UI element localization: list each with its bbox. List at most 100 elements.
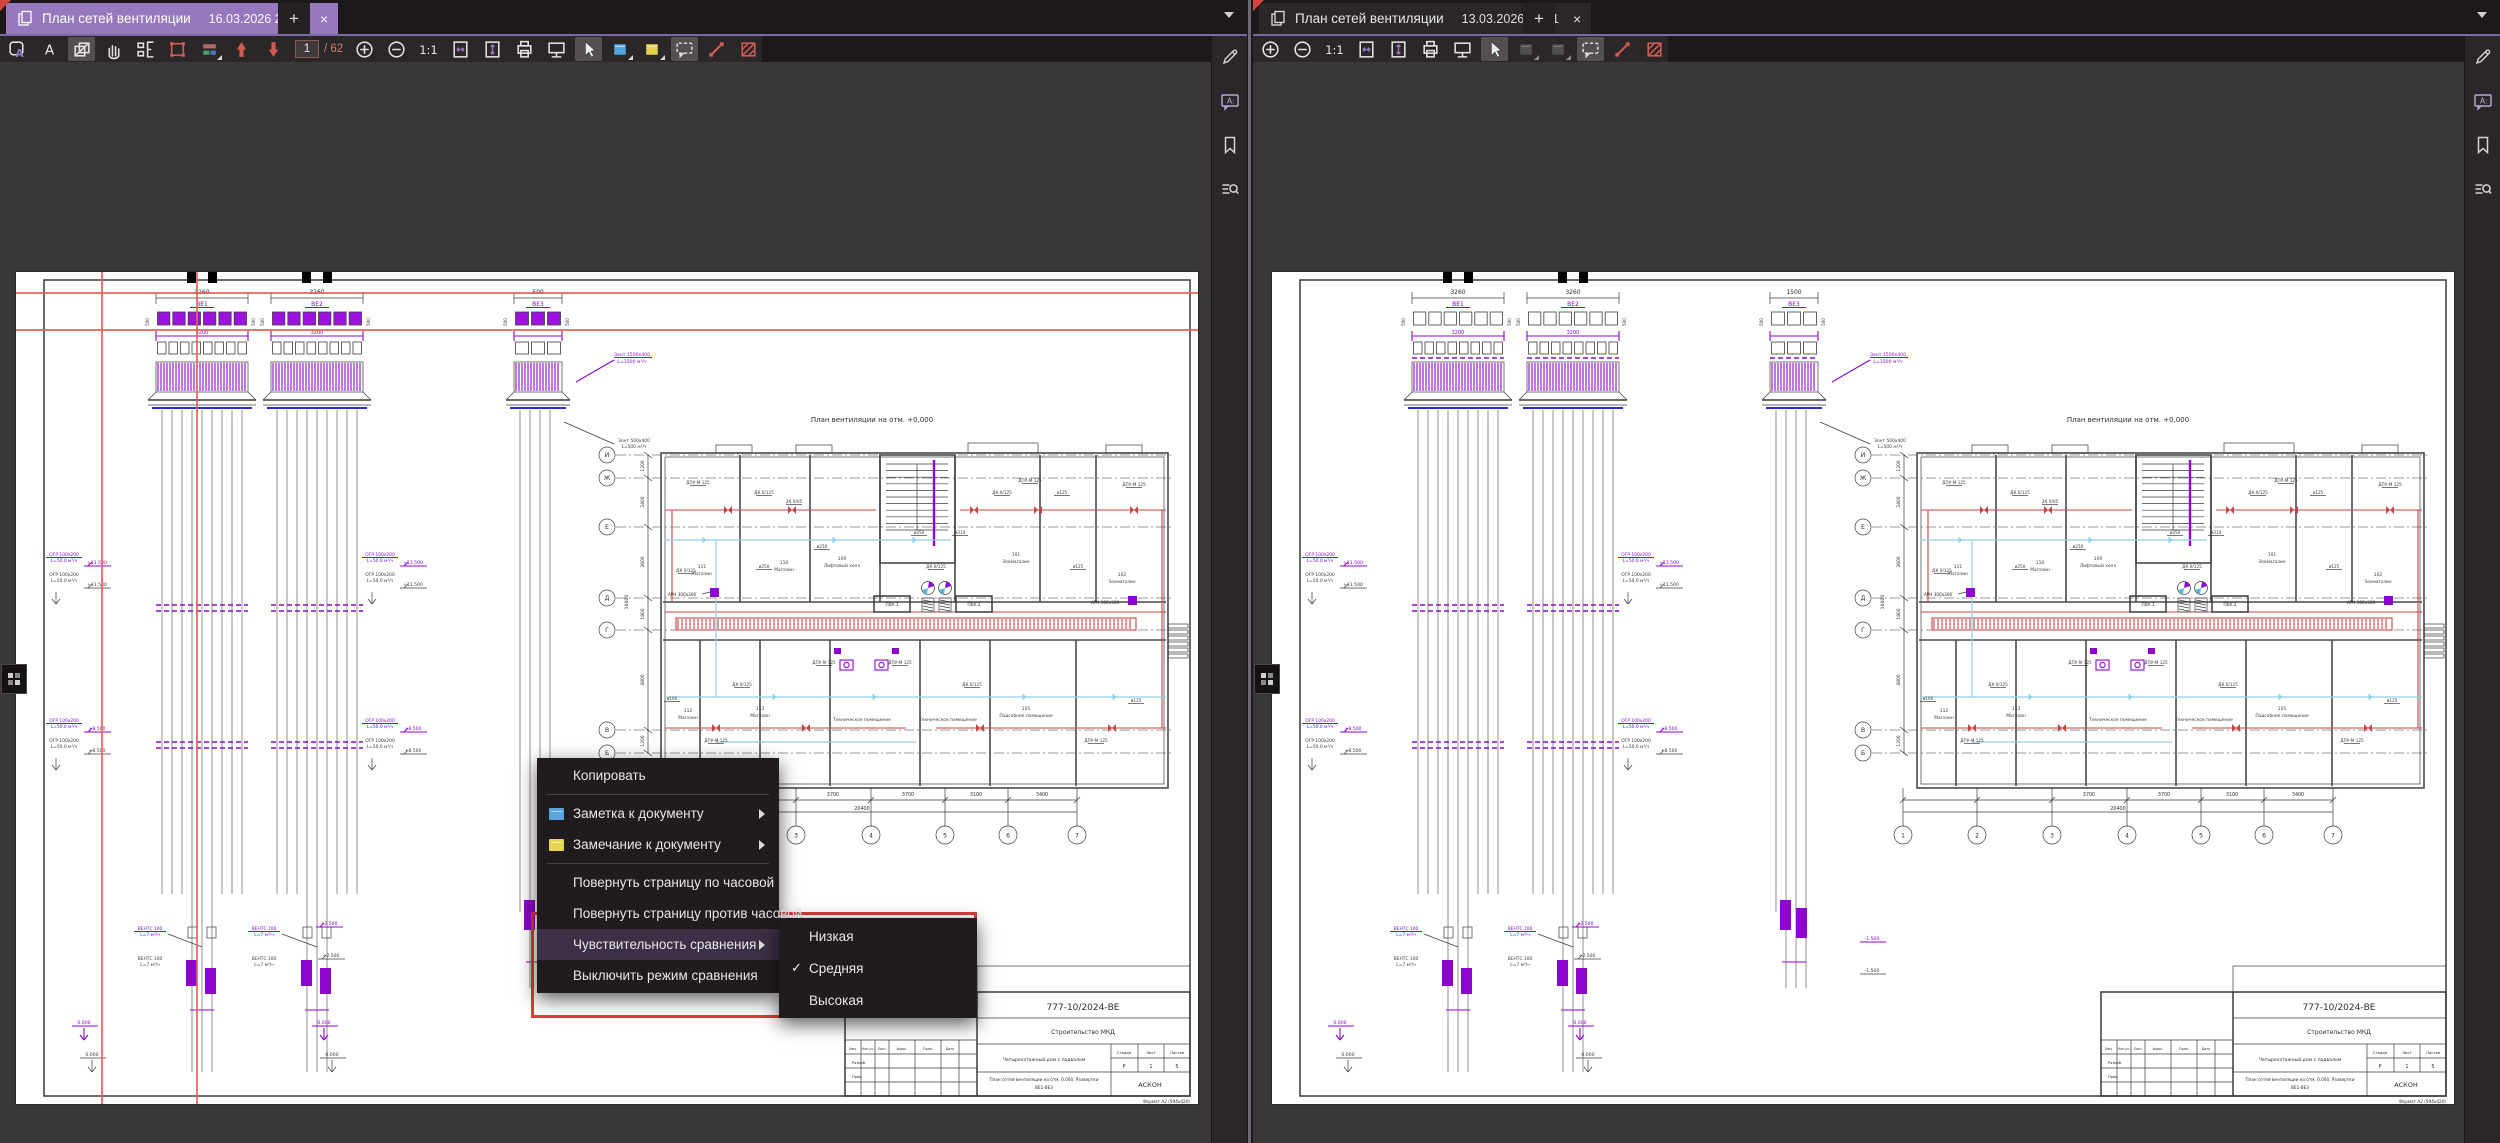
zoom-in-button[interactable] xyxy=(1257,37,1284,61)
svg-text:Стадия: Стадия xyxy=(2373,1050,2388,1055)
menu-item[interactable]: Копировать xyxy=(537,760,779,791)
svg-text:ДК 0/125: ДК 0/125 xyxy=(754,490,774,495)
svg-text:4800: 4800 xyxy=(640,674,646,685)
compare-region-tool-button[interactable] xyxy=(1641,37,1668,61)
svg-text:1: 1 xyxy=(1149,1064,1152,1070)
pan-tool-button[interactable] xyxy=(100,37,127,61)
color-mode-button[interactable] xyxy=(196,37,223,61)
comments-panel-button[interactable]: A: xyxy=(1217,88,1243,114)
fit-height-button[interactable] xyxy=(479,37,506,61)
new-tab-button[interactable]: + xyxy=(1523,3,1555,34)
select-cursor-button[interactable] xyxy=(575,37,602,61)
svg-text:ø310: ø310 xyxy=(955,530,966,535)
fit-height-button[interactable] xyxy=(1385,37,1412,61)
presentation-mode-button[interactable] xyxy=(543,37,570,61)
submenu-item[interactable]: Низкая xyxy=(779,920,977,952)
svg-text:ДПУ-М 125: ДПУ-М 125 xyxy=(2274,478,2298,483)
svg-text:0.000: 0.000 xyxy=(317,1020,330,1026)
note-tool-button xyxy=(1513,37,1540,61)
svg-text:ДК 0/125: ДК 0/125 xyxy=(1988,682,2008,687)
submenu-item[interactable]: Высокая xyxy=(779,984,977,1016)
bookmarks-panel-button[interactable] xyxy=(1217,132,1243,158)
menu-item[interactable]: Выключить режим сравнения xyxy=(537,960,779,991)
svg-text:Дата: Дата xyxy=(2202,1047,2210,1051)
svg-text:Магазин: Магазин xyxy=(774,567,794,573)
compare-mode-button[interactable] xyxy=(68,37,95,61)
svg-text:L=7 м³/ч: L=7 м³/ч xyxy=(254,932,274,938)
presentation-mode-button[interactable] xyxy=(1449,37,1476,61)
svg-text:ОГР 100х200: ОГР 100х200 xyxy=(1305,738,1335,744)
menu-item[interactable]: Чувствительность сравнения xyxy=(537,929,779,960)
current-page-input[interactable]: 1 xyxy=(295,40,319,58)
next-difference-button[interactable] xyxy=(260,37,287,61)
tab-close-icon[interactable]: × xyxy=(1573,11,1581,27)
zoom-out-button[interactable] xyxy=(1289,37,1316,61)
search-panel-button[interactable] xyxy=(1217,176,1243,202)
annotate-pencil-button[interactable] xyxy=(1217,44,1243,70)
tab-close-icon[interactable]: × xyxy=(320,11,328,27)
svg-text:L=50.0 м³/ч: L=50.0 м³/ч xyxy=(1623,558,1650,564)
page-thumbnails-button[interactable] xyxy=(132,37,159,61)
comment-tool-button[interactable] xyxy=(671,37,698,61)
submenu-item[interactable]: ✓Средняя xyxy=(779,952,977,984)
fit-width-button[interactable] xyxy=(1353,37,1380,61)
svg-text:Магазин: Магазин xyxy=(678,715,698,721)
annotate-pencil-button[interactable] xyxy=(2470,44,2496,70)
svg-text:L=50.0 м³/ч: L=50.0 м³/ч xyxy=(367,724,394,730)
panel-menu-dropdown-icon[interactable] xyxy=(1224,12,1234,18)
svg-text:ДПУ-М 125: ДПУ-М 125 xyxy=(2378,482,2402,487)
svg-text:Б: Б xyxy=(605,750,609,757)
measure-line-tool-button[interactable] xyxy=(703,37,730,61)
right-canvas[interactable]: 3260ВЕ150050032003260ВЕ250050032001500ВЕ… xyxy=(1253,62,2464,1143)
panel-menu-dropdown-icon[interactable] xyxy=(2477,12,2487,18)
menu-item[interactable]: Повернуть страницу против часовой xyxy=(537,898,779,929)
page-indicator[interactable]: 1/ 62 xyxy=(292,40,346,58)
svg-text:ПВУ.1: ПВУ.1 xyxy=(2141,602,2154,608)
svg-text:-1.500: -1.500 xyxy=(1865,968,1880,974)
dropdown-corner-icon xyxy=(1566,55,1571,60)
fit-width-button[interactable] xyxy=(447,37,474,61)
actual-size-button[interactable]: 1:1 xyxy=(415,37,442,61)
svg-text:Изм.: Изм. xyxy=(2105,1047,2113,1051)
svg-text:И: И xyxy=(605,452,610,459)
search-panel-button[interactable] xyxy=(2470,176,2496,202)
menu-item[interactable]: Заметка к документу xyxy=(537,798,779,829)
svg-text:500: 500 xyxy=(1516,318,1521,326)
zoom-out-button[interactable] xyxy=(383,37,410,61)
panel-splitter[interactable] xyxy=(1248,0,1251,1143)
bookmarks-panel-button[interactable] xyxy=(2470,132,2496,158)
text-tool-button[interactable]: A xyxy=(36,37,63,61)
document-icon xyxy=(16,10,34,28)
svg-text:ДК 0/125: ДК 0/125 xyxy=(2218,682,2238,687)
comment-tool-button[interactable] xyxy=(1577,37,1604,61)
menu-item[interactable]: Замечание к документу xyxy=(537,829,779,860)
svg-text:Дата: Дата xyxy=(946,1047,954,1051)
panel-collapse-toggle[interactable] xyxy=(1254,664,1280,694)
svg-text:ДПУ-М 125: ДПУ-М 125 xyxy=(888,660,912,665)
svg-text:A:: A: xyxy=(2480,97,2488,106)
svg-text:A: A xyxy=(45,42,55,58)
menu-item[interactable]: Повернуть страницу по часовой xyxy=(537,867,779,898)
panel-collapse-toggle[interactable] xyxy=(1,664,27,694)
remark-tool-button[interactable] xyxy=(639,37,666,61)
select-region-button[interactable] xyxy=(164,37,191,61)
note-tool-button[interactable] xyxy=(607,37,634,61)
svg-text:ø160: ø160 xyxy=(667,696,678,701)
svg-text:Кол.уч.: Кол.уч. xyxy=(2118,1047,2130,1051)
print-button[interactable] xyxy=(511,37,538,61)
select-cursor-button[interactable] xyxy=(1481,37,1508,61)
svg-text:2400: 2400 xyxy=(1896,496,1902,507)
actual-size-button[interactable]: 1:1 xyxy=(1321,37,1348,61)
right-document-page[interactable]: 3260ВЕ150050032003260ВЕ250050032001500ВЕ… xyxy=(1272,272,2454,1104)
svg-text:Д: Д xyxy=(605,595,610,602)
print-button[interactable] xyxy=(1417,37,1444,61)
recognize-text-button[interactable]: A xyxy=(4,37,31,61)
svg-text:3: 3 xyxy=(2050,833,2054,840)
measure-line-tool-button[interactable] xyxy=(1609,37,1636,61)
svg-text:В: В xyxy=(1861,727,1865,734)
previous-difference-button[interactable] xyxy=(228,37,255,61)
new-tab-button[interactable]: + xyxy=(278,3,310,34)
comments-panel-button[interactable]: A: xyxy=(2470,88,2496,114)
compare-region-tool-button[interactable] xyxy=(735,37,762,61)
zoom-in-button[interactable] xyxy=(351,37,378,61)
